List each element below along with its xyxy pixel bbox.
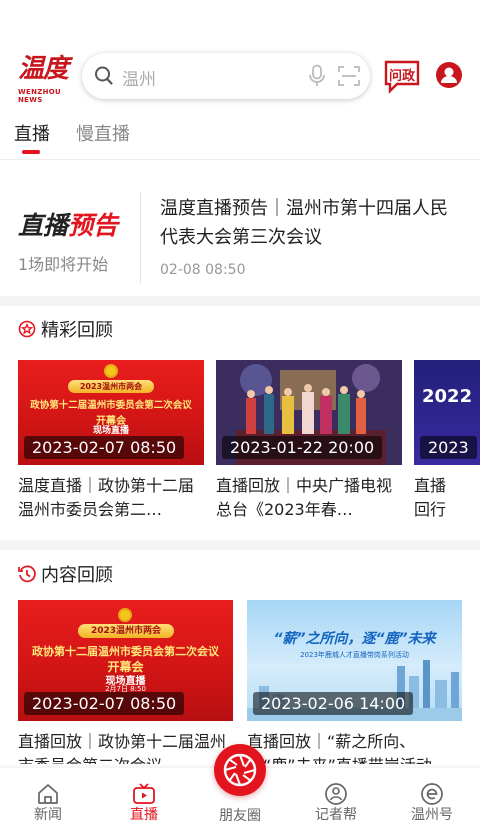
highlight-thumbnail: 2022 2023 (414, 360, 480, 465)
upcoming-count: 1场即将开始 (18, 255, 109, 274)
banner-main: “薪”之所向，逐“鹿”未来 (273, 631, 436, 647)
user-icon (441, 67, 457, 83)
nav-news[interactable]: 新闻 (8, 768, 88, 833)
divider (140, 192, 141, 284)
nav-moments-button[interactable] (214, 744, 266, 796)
nav-live-label: 直播 (130, 807, 158, 823)
highlight-card[interactable]: 2022 2023 直播回行业职 (414, 360, 480, 522)
card-title: 温度直播｜政协第十二届温州市委员会第二… (18, 476, 195, 519)
nav-reporter-label: 记者帮 (315, 807, 357, 823)
nav-live[interactable]: 直播 (104, 768, 184, 833)
nav-moments-label: 朋友圈 (219, 808, 261, 824)
live-preview-card[interactable]: 直播预告 1场即将开始 温度直播预告｜温州市第十四届人民代表大会第三次会议 02… (0, 178, 480, 286)
banner-main: 政协第十二届温州市委员会第二次会议 (30, 400, 192, 411)
tab-live[interactable]: 直播 (14, 120, 50, 146)
banner-badge: 2023温州市两会 (78, 624, 174, 638)
section-separator (0, 540, 480, 550)
tv-icon (133, 783, 155, 804)
medal-icon (18, 320, 36, 338)
emblem-icon (104, 364, 118, 378)
content-thumbnail: “薪”之所向，逐“鹿”未来 2023年鹿城人才直播带岗系列活动 2023-02-… (247, 600, 462, 721)
search-icon (95, 66, 113, 85)
scan-icon[interactable] (338, 65, 360, 87)
live-page: 温度 WENZHOU NEWS 温州 问政 直播 慢直播 直播预告 1场即将开始… (0, 0, 480, 833)
top-header: 温度 WENZHOU NEWS 温州 问政 (0, 48, 480, 104)
card-title: 直播回放｜政协第十二届温州市委员会第二次会议 (18, 732, 227, 764)
highlight-thumbnail: 2023-01-22 20:00 (216, 360, 402, 465)
card-title: 直播回放｜“薪之所向、逐“鹿”未来”直播带岗活动 (247, 732, 432, 764)
active-tab-indicator (22, 150, 40, 154)
e-icon (421, 783, 443, 805)
section-separator (0, 296, 480, 306)
content-thumbnail: 2023温州市两会 政协第十二届温州市委员会第二次会议 开幕会 现场直播 2月7… (18, 600, 233, 721)
search-bar[interactable]: 温州 (82, 53, 370, 99)
card-title: 直播回放｜中央广播电视总台《2023年春… (216, 476, 393, 519)
banner-tag: 现场直播 (92, 426, 129, 436)
banner-main: 政协第十二届温州市委员会第二次会议 (32, 645, 219, 658)
preview-title[interactable]: 温度直播预告｜温州市第十四届人民代表大会第三次会议 (160, 194, 460, 252)
card-title: 直播回行业职 (414, 476, 447, 519)
highlight-thumbnail: 2023温州市两会 政协第十二届温州市委员会第二次会议 开幕会 现场直播 202… (18, 360, 204, 465)
nav-news-label: 新闻 (34, 807, 62, 823)
nav-reporter[interactable]: 记者帮 (296, 768, 376, 833)
emblem-icon (118, 608, 132, 622)
nav-wenzhou-hao[interactable]: 温州号 (392, 768, 472, 833)
banner-year: 2022 (422, 386, 473, 407)
live-tabs: 直播 慢直播 (0, 116, 480, 160)
tab-slow-live[interactable]: 慢直播 (76, 120, 130, 146)
shutter-icon (223, 753, 257, 787)
video-timestamp: 2023-02-06 14:00 (253, 692, 414, 715)
video-timestamp: 2023-01-22 20:00 (222, 436, 383, 459)
logo-english: WENZHOU NEWS (18, 88, 62, 104)
preview-brand-live: 直播 (18, 211, 69, 240)
content-card[interactable]: 2023温州市两会 政协第十二届温州市委员会第二次会议 开幕会 现场直播 2月7… (18, 600, 233, 764)
highlight-card[interactable]: 2023-01-22 20:00 直播回放｜中央广播电视总台《2023年春… (216, 360, 402, 522)
home-icon (38, 784, 58, 804)
banner-sub: 2023年鹿城人才直播带岗系列活动 (300, 651, 409, 659)
video-timestamp: 2023-02-07 08:50 (24, 436, 185, 459)
preview-brand-notice: 预告 (68, 211, 119, 240)
logo-text: 温度 (18, 54, 69, 84)
content-review-title: 内容回顾 (41, 565, 113, 586)
preview-brand: 直播预告 (18, 206, 118, 242)
wenzheng-label: 问政 (389, 68, 416, 84)
reporter-icon (325, 783, 347, 805)
app-logo[interactable]: 温度 WENZHOU NEWS (18, 52, 76, 104)
history-icon (18, 565, 36, 583)
microphone-icon[interactable] (308, 64, 326, 88)
nav-wenzhou-hao-label: 温州号 (411, 807, 453, 823)
highlight-card[interactable]: 2023温州市两会 政协第十二届温州市委员会第二次会议 开幕会 现场直播 202… (18, 360, 204, 522)
preview-time: 02-08 08:50 (160, 262, 246, 278)
video-timestamp: 2023 (420, 436, 477, 459)
banner-badge: 2023温州市两会 (68, 380, 154, 393)
video-timestamp: 2023-02-07 08:50 (24, 692, 185, 715)
search-input[interactable]: 温州 (122, 65, 156, 90)
highlights-title: 精彩回顾 (41, 320, 113, 341)
wenzheng-icon[interactable]: 问政 (383, 60, 421, 94)
user-avatar-button[interactable] (436, 62, 462, 88)
content-card[interactable]: “薪”之所向，逐“鹿”未来 2023年鹿城人才直播带岗系列活动 2023-02-… (247, 600, 462, 764)
